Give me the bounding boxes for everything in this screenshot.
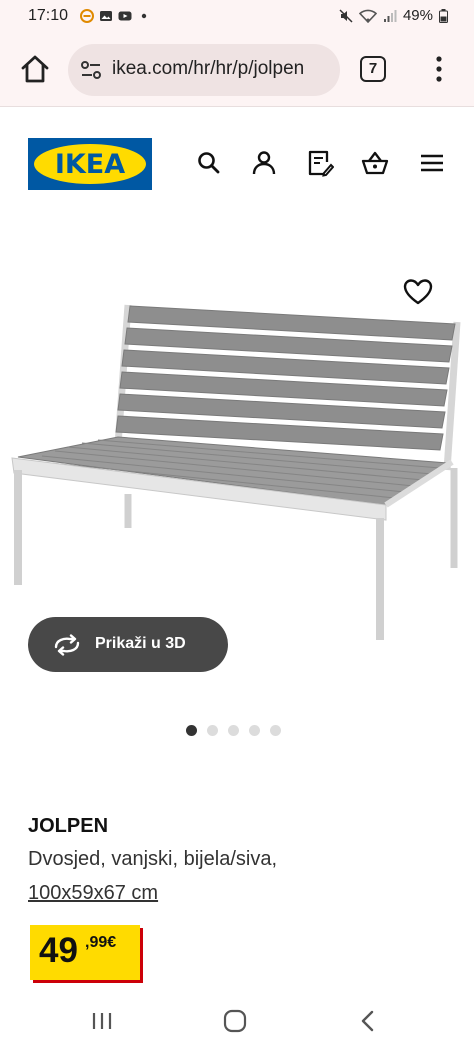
- battery-percent: 49%: [402, 7, 433, 24]
- user-icon[interactable]: [250, 149, 278, 177]
- pagination-dot[interactable]: [249, 725, 260, 736]
- shopping-list-icon[interactable]: [306, 149, 334, 177]
- product-description: Dvosjed, vanjski, bijela/siva,: [28, 848, 277, 870]
- ikea-logo[interactable]: IKEA: [28, 138, 152, 190]
- home-icon[interactable]: [18, 52, 52, 86]
- recent-apps-icon[interactable]: [88, 1007, 116, 1035]
- product-name: JOLPEN: [28, 815, 109, 837]
- price-decimal: ,99€: [85, 934, 117, 951]
- url-text[interactable]: ikea.com/hr/hr/p/jolpen: [112, 58, 304, 80]
- site-settings-icon[interactable]: [80, 60, 102, 80]
- image-pagination-dots: [186, 725, 281, 736]
- status-bar: 17:10 49%: [0, 0, 474, 34]
- more-options-icon[interactable]: [432, 54, 446, 84]
- view-in-3d-label: Prikaži u 3D: [95, 635, 186, 652]
- url-bar[interactable]: ikea.com/hr/hr/p/jolpen: [68, 44, 340, 96]
- pagination-dot[interactable]: [228, 725, 239, 736]
- battery-icon: [439, 8, 448, 23]
- price-tag: 49 ,99€: [30, 925, 140, 980]
- view-in-3d-button[interactable]: Prikaži u 3D: [28, 617, 228, 672]
- price-integer: 49: [39, 931, 78, 970]
- browser-toolbar: ikea.com/hr/hr/p/jolpen 7: [0, 34, 474, 107]
- home-nav-icon[interactable]: [221, 1007, 249, 1035]
- more-notifications-icon: [141, 13, 147, 19]
- pagination-dot[interactable]: [207, 725, 218, 736]
- signal-icon: [383, 9, 397, 22]
- search-icon[interactable]: [195, 149, 223, 177]
- youtube-icon: [118, 11, 132, 21]
- product-image[interactable]: [0, 270, 474, 650]
- rotate-3d-icon: [54, 634, 80, 656]
- tab-switcher-button[interactable]: 7: [360, 56, 386, 82]
- status-time: 17:10: [28, 7, 69, 24]
- pagination-dot[interactable]: [270, 725, 281, 736]
- gallery-icon: [100, 11, 112, 21]
- basket-icon[interactable]: [361, 149, 389, 177]
- status-notification-icons: [80, 9, 151, 23]
- do-not-disturb-icon: [80, 9, 94, 23]
- hamburger-menu-icon[interactable]: [418, 149, 446, 177]
- back-icon[interactable]: [354, 1007, 382, 1035]
- favourite-heart-icon[interactable]: [402, 276, 434, 308]
- product-dimensions-link[interactable]: 100x59x67 cm: [28, 882, 158, 905]
- system-navigation-bar: [0, 995, 474, 1053]
- logo-text: IKEA: [54, 149, 126, 180]
- pagination-dot-active[interactable]: [186, 725, 197, 736]
- status-system-icons: 49%: [339, 7, 448, 24]
- wifi-icon: [358, 9, 377, 23]
- mute-icon: [339, 8, 353, 23]
